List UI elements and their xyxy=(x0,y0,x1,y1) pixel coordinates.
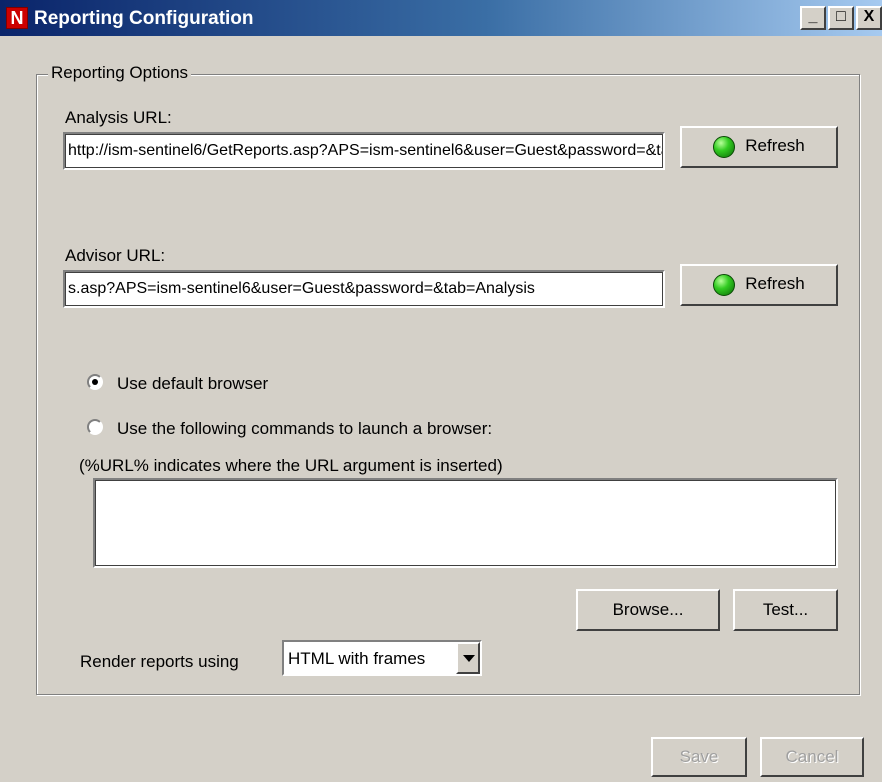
url-hint-text: (%URL% indicates where the URL argument … xyxy=(79,456,503,475)
window-title: Reporting Configuration xyxy=(34,8,254,29)
analysis-url-label: Analysis URL: xyxy=(65,108,172,127)
group-title: Reporting Options xyxy=(48,63,192,83)
browser-commands-textarea[interactable] xyxy=(93,478,838,568)
advisor-refresh-label: Refresh xyxy=(745,274,805,293)
close-button[interactable]: X xyxy=(856,6,882,30)
advisor-url-field[interactable]: s.asp?APS=ism-sentinel6&user=Guest&passw… xyxy=(63,270,665,308)
analysis-url-field[interactable]: http://ism-sentinel6/GetReports.asp?APS=… xyxy=(63,132,665,170)
default-browser-radio[interactable] xyxy=(87,374,103,390)
browse-button[interactable]: Browse... xyxy=(576,589,720,631)
advisor-refresh-button[interactable]: Refresh xyxy=(680,264,838,306)
status-led-icon xyxy=(713,135,736,158)
cancel-button[interactable]: Cancel xyxy=(760,737,864,777)
status-led-icon xyxy=(713,273,736,296)
custom-commands-label[interactable]: Use the following commands to launch a b… xyxy=(117,419,492,439)
render-format-select[interactable]: HTML with frames xyxy=(282,640,482,676)
test-button[interactable]: Test... xyxy=(733,589,838,631)
chevron-down-icon[interactable] xyxy=(456,642,480,674)
custom-commands-radio[interactable] xyxy=(87,419,103,435)
maximize-button[interactable]: □ xyxy=(828,6,854,30)
novell-n-icon: N xyxy=(6,7,28,29)
default-browser-label[interactable]: Use default browser xyxy=(117,374,268,394)
analysis-refresh-button[interactable]: Refresh xyxy=(680,126,838,168)
render-reports-label: Render reports using xyxy=(80,652,239,671)
render-format-value: HTML with frames xyxy=(288,649,426,668)
title-bar[interactable]: N Reporting Configuration _ □ X xyxy=(0,0,882,36)
save-button[interactable]: Save xyxy=(651,737,747,777)
analysis-refresh-label: Refresh xyxy=(745,136,805,155)
radio-selected-dot xyxy=(92,379,98,385)
minimize-button[interactable]: _ xyxy=(800,6,826,30)
advisor-url-label: Advisor URL: xyxy=(65,246,166,265)
